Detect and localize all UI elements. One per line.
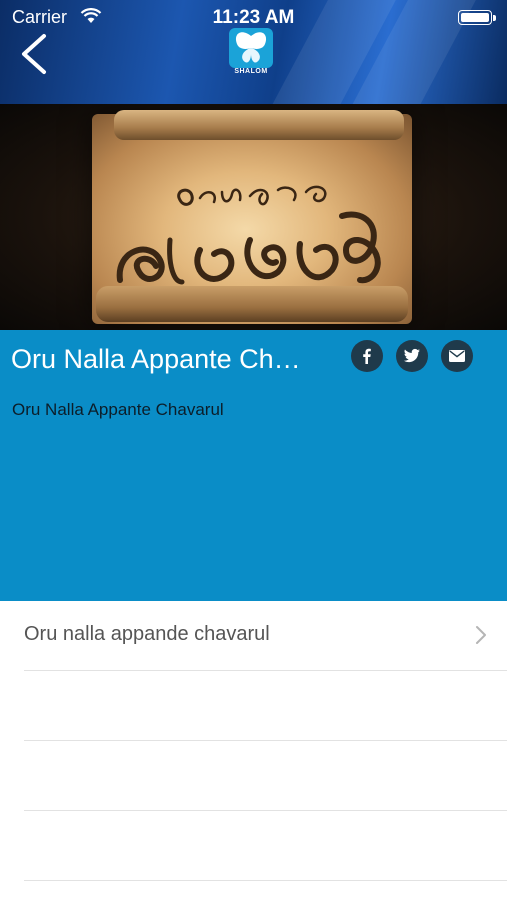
facebook-share-button[interactable] [351,340,383,372]
episode-title: Oru Nalla Appante Ch… [11,344,301,374]
twitter-icon [403,348,420,363]
episode-list: Oru nalla appande chavarul [0,601,507,881]
list-item[interactable]: Oru nalla appande chavarul [24,601,507,671]
battery-icon [458,10,496,25]
list-item-label: Oru nalla appande chavarul [24,623,270,645]
list-item [24,671,507,741]
app-header: Carrier 11:23 AM SHALOM [0,0,507,104]
episode-info-panel: Oru Nalla Appante Ch… Oru Nalla Appante … [0,330,507,601]
logo-text: SHALOM [234,68,268,75]
list-item [24,811,507,881]
twitter-share-button[interactable] [396,340,428,372]
show-banner-image [0,104,507,330]
back-button[interactable] [14,30,54,78]
envelope-icon [449,350,465,362]
clock: 11:23 AM [212,7,295,28]
facebook-icon [363,348,371,364]
list-item [24,741,507,811]
chevron-right-icon [476,626,486,644]
episode-description: Oru Nalla Appante Chavarul [12,400,224,419]
show-title-artwork [116,185,381,285]
butterfly-logo-icon [229,28,273,68]
email-share-button[interactable] [441,340,473,372]
scroll-roll-top [114,110,404,140]
shalom-logo: SHALOM [227,28,275,80]
chevron-left-icon [22,34,46,74]
